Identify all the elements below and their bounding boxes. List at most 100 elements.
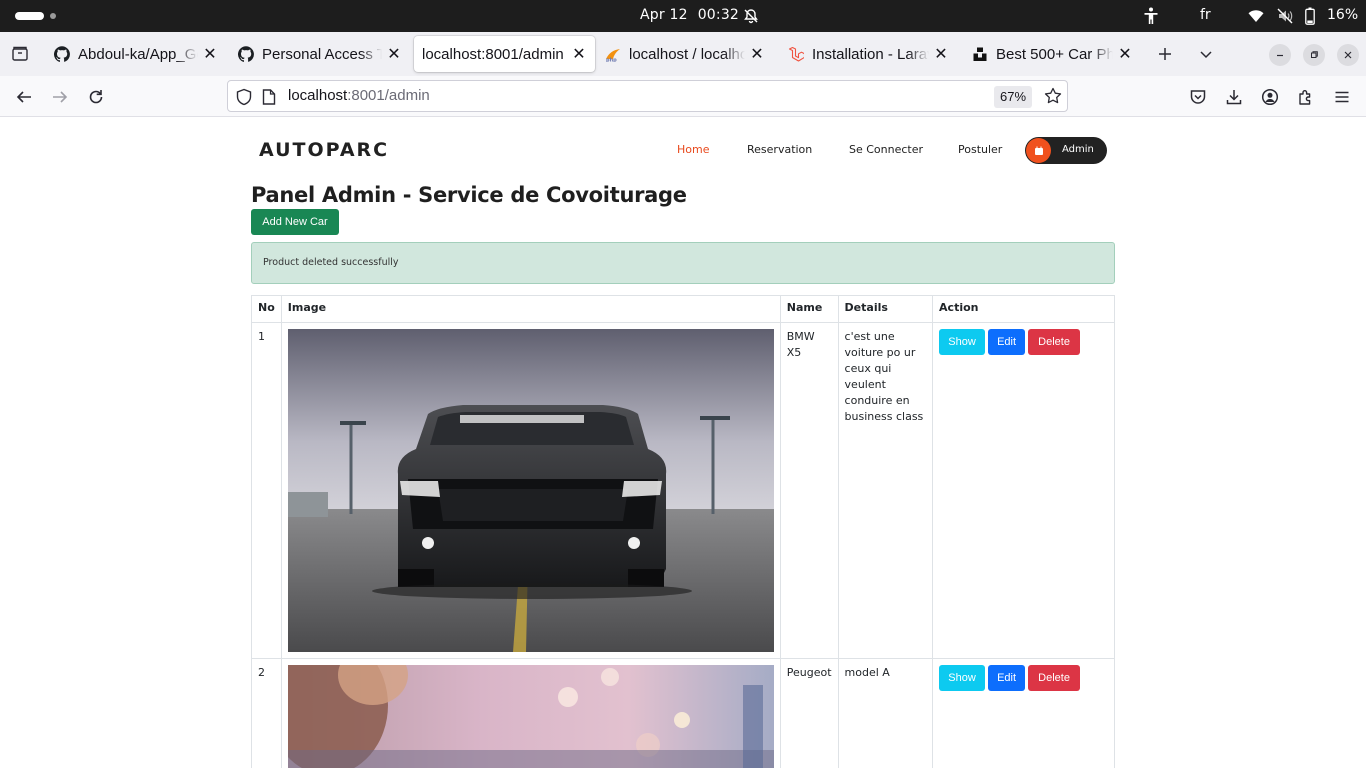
nav-postuler-link[interactable]: Postuler [958, 143, 1002, 156]
minimize-window-icon[interactable] [1269, 44, 1291, 66]
site-brand-logo[interactable]: AUTOPARC [259, 139, 389, 161]
nav-home-link[interactable]: Home [677, 143, 709, 156]
hamburger-menu-icon[interactable] [1330, 85, 1354, 109]
close-tab-icon[interactable]: ✕ [747, 44, 767, 64]
os-top-bar: Apr 12 00:32 fr 16% [0, 0, 1366, 32]
table-header-row: No Image Name Details Action [251, 295, 1115, 323]
workspace-dot [50, 13, 56, 19]
tab-phpmyadmin[interactable]: php localhost / localhos ✕ [605, 36, 767, 72]
column-header-action: Action [932, 295, 1115, 323]
page-icon[interactable] [262, 89, 276, 105]
table-row: 1 BMW X5 c'est une voiture po ur ceux qu… [251, 322, 1115, 659]
url-host: localhost [288, 87, 348, 104]
close-tab-icon[interactable]: ✕ [200, 44, 220, 64]
date-text: Apr 12 [640, 7, 688, 23]
battery-percent: 16% [1327, 7, 1359, 23]
close-tab-icon[interactable]: ✕ [1115, 44, 1135, 64]
browser-toolbar: localhost:8001/admin 67% [0, 76, 1366, 117]
phpmyadmin-icon: php [606, 49, 620, 63]
volume-muted-icon[interactable] [1277, 8, 1293, 24]
column-header-image: Image [280, 295, 781, 323]
url-path: :8001/admin [347, 87, 430, 104]
tab-localhost-admin[interactable]: localhost:8001/admin ✕ [414, 36, 595, 72]
tab-unsplash-cars[interactable]: Best 500+ Car Phot ✕ [972, 36, 1135, 72]
url-text[interactable]: localhost:8001/admin [288, 87, 430, 104]
browser-tab-strip: Abdoul-ka/App_Ge ✕ Personal Access Tok ✕… [0, 32, 1366, 76]
tab-github-token[interactable]: Personal Access Tok ✕ [238, 36, 404, 72]
close-tab-icon[interactable]: ✕ [384, 44, 404, 64]
pocket-icon[interactable] [1186, 85, 1210, 109]
add-new-car-button[interactable]: Add New Car [251, 209, 339, 235]
row-number: 1 [251, 322, 282, 659]
tab-github-app[interactable]: Abdoul-ka/App_Ge ✕ [54, 36, 220, 72]
battery-icon[interactable] [1305, 7, 1315, 25]
admin-button[interactable]: Admin [1025, 137, 1107, 164]
wifi-icon[interactable] [1248, 9, 1264, 23]
column-header-details: Details [837, 295, 934, 323]
github-icon [238, 46, 254, 62]
github-icon [54, 46, 70, 62]
cars-table: No Image Name Details Action 1 BMW X5 c'… [251, 295, 1115, 768]
car-name: BMW X5 [779, 322, 839, 659]
alert-message: Product deleted successfully [263, 257, 399, 268]
notifications-muted-icon [744, 9, 758, 24]
nav-se-connecter-link[interactable]: Se Connecter [849, 143, 923, 156]
tab-label: localhost / localhos [629, 45, 745, 63]
laravel-icon [788, 46, 804, 62]
car-photo-mustang [287, 329, 774, 652]
restore-window-icon[interactable] [1303, 44, 1325, 66]
close-tab-icon[interactable]: ✕ [569, 44, 589, 64]
tab-label: Personal Access Tok [262, 45, 382, 63]
tab-laravel-install[interactable]: Installation - Larave ✕ [788, 36, 951, 72]
bookmark-star-icon[interactable] [1044, 87, 1062, 105]
show-button[interactable]: Show [939, 329, 986, 355]
table-row: 2 Peugeot model A Show Edit Delete [251, 658, 1115, 768]
shield-icon[interactable] [235, 88, 253, 106]
tab-list-overview-icon[interactable] [8, 42, 32, 66]
edit-button[interactable]: Edit [988, 665, 1026, 691]
accessibility-icon[interactable] [1143, 7, 1159, 25]
edit-button[interactable]: Edit [988, 329, 1026, 355]
car-details: c'est une voiture po ur ceux qui veulent… [837, 322, 934, 659]
clock[interactable]: Apr 12 00:32 [640, 7, 749, 23]
address-bar[interactable]: localhost:8001/admin 67% [227, 80, 1068, 112]
downloads-icon[interactable] [1222, 85, 1246, 109]
show-button[interactable]: Show [939, 665, 986, 691]
tab-label: Best 500+ Car Phot [996, 45, 1113, 63]
row-actions: Show Edit Delete [932, 322, 1115, 659]
zoom-level[interactable]: 67% [994, 86, 1033, 108]
account-icon[interactable] [1258, 85, 1282, 109]
activities-indicator[interactable] [15, 12, 44, 20]
back-arrow-icon[interactable] [12, 85, 36, 109]
tab-label: Abdoul-ka/App_Ge [78, 45, 198, 63]
row-image-cell [280, 658, 781, 768]
page-title: Panel Admin - Service de Covoiturage [251, 183, 687, 207]
svg-text:php: php [606, 58, 617, 63]
unsplash-icon [973, 47, 987, 61]
web-page: AUTOPARC Home Reservation Se Connecter P… [0, 117, 1366, 768]
time-text: 00:32 [697, 7, 740, 23]
close-window-icon[interactable] [1337, 44, 1359, 66]
row-image-cell [280, 322, 781, 659]
delete-button[interactable]: Delete [1028, 665, 1081, 691]
extensions-icon[interactable] [1294, 85, 1318, 109]
forward-arrow-icon[interactable] [48, 85, 72, 109]
delete-button[interactable]: Delete [1028, 329, 1081, 355]
row-number: 2 [251, 658, 282, 768]
tab-label: Installation - Larave [812, 45, 929, 63]
row-actions: Show Edit Delete [932, 658, 1115, 768]
new-tab-icon[interactable] [1153, 42, 1177, 66]
car-name: Peugeot [779, 658, 839, 768]
tab-label: localhost:8001/admin [422, 45, 564, 63]
nav-reservation-link[interactable]: Reservation [747, 143, 812, 156]
admin-label: Admin [1062, 144, 1094, 155]
column-header-name: Name [779, 295, 839, 323]
success-alert: Product deleted successfully [251, 242, 1115, 284]
car-photo-blurred [287, 665, 774, 768]
close-tab-icon[interactable]: ✕ [931, 44, 951, 64]
car-details: model A [837, 658, 934, 768]
keyboard-layout[interactable]: fr [1200, 7, 1211, 23]
calendar-icon [1026, 138, 1051, 163]
list-all-tabs-icon[interactable] [1194, 42, 1218, 66]
reload-icon[interactable] [84, 85, 108, 109]
